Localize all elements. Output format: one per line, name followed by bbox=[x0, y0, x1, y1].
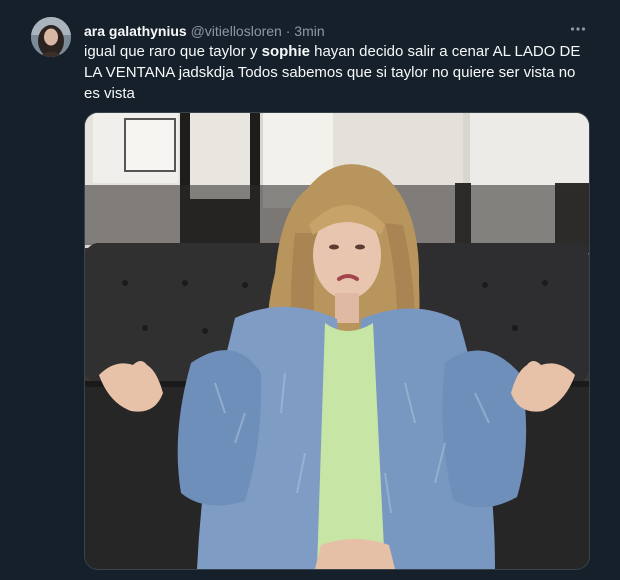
tweet-text-part1: igual que raro que taylor y bbox=[84, 43, 262, 60]
timestamp[interactable]: 3min bbox=[294, 23, 324, 39]
more-horizontal-icon bbox=[570, 27, 586, 31]
separator-dot: · bbox=[285, 23, 291, 39]
tweet-media-photo[interactable] bbox=[84, 112, 590, 570]
more-options-button[interactable] bbox=[566, 20, 590, 38]
tweet-text: igual que raro que taylor y sophie hayan… bbox=[84, 41, 594, 104]
display-name[interactable]: ara galathynius bbox=[84, 23, 187, 39]
avatar[interactable] bbox=[31, 17, 71, 57]
tweet-text-bold: sophie bbox=[261, 43, 310, 60]
photo-woman-on-couch bbox=[85, 113, 589, 569]
avatar-photo bbox=[31, 17, 71, 57]
tweet[interactable]: ara galathynius @vitiellosloren · 3min i… bbox=[0, 0, 620, 580]
handle[interactable]: @vitiellosloren bbox=[191, 23, 282, 39]
tweet-header: ara galathynius @vitiellosloren · 3min bbox=[84, 22, 325, 40]
